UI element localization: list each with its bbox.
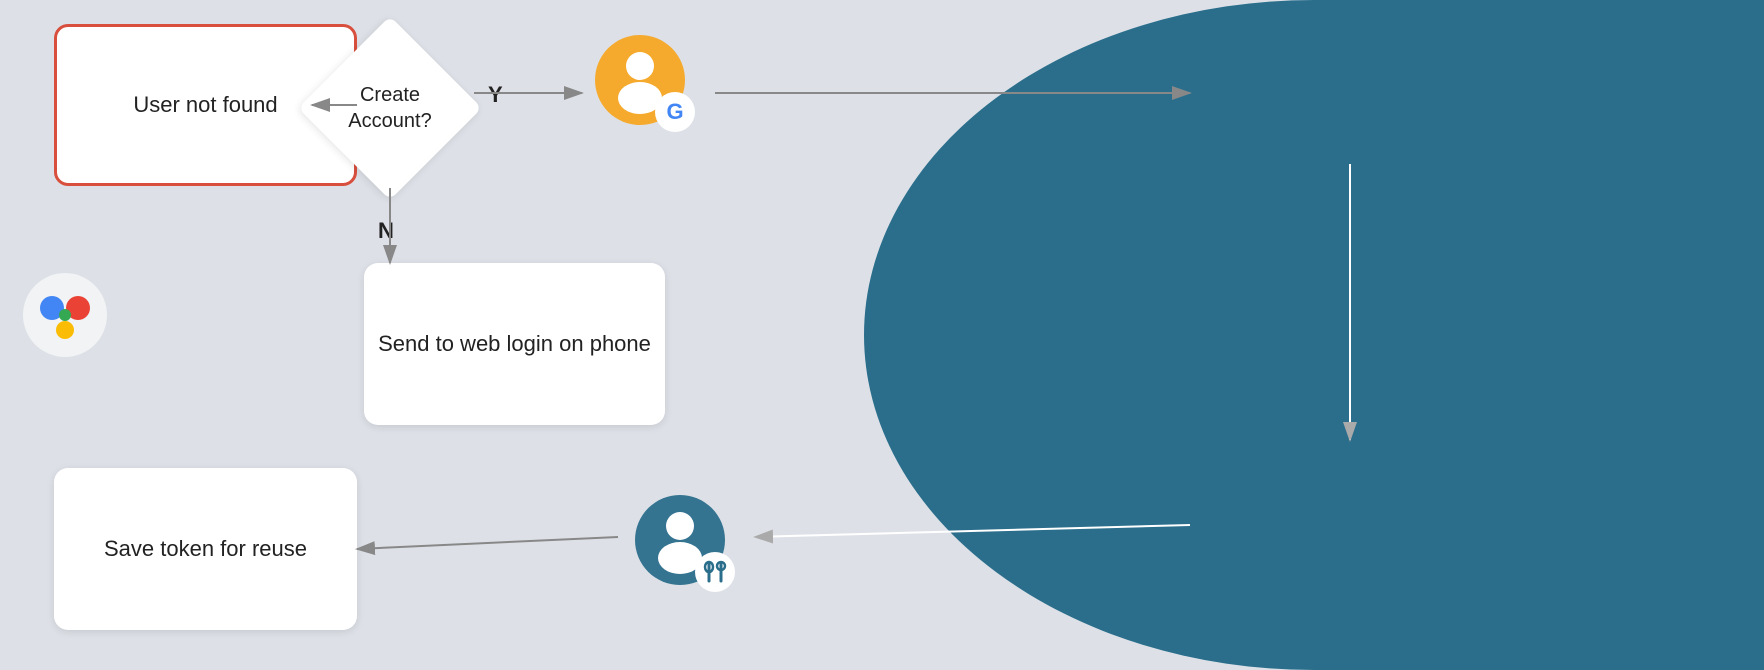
web-login-label: Send to web login on phone xyxy=(378,330,651,359)
user-google-icon-group: G xyxy=(580,30,710,140)
user-foodbot-icon-group xyxy=(620,490,750,600)
no-label: N xyxy=(378,218,394,244)
save-token-box: Save token for reuse xyxy=(54,468,357,630)
svg-text:G: G xyxy=(666,99,683,124)
decision-diamond-container: CreateAccount? xyxy=(310,28,470,188)
user-not-found-label: User not found xyxy=(133,91,277,120)
save-token-label: Save token for reuse xyxy=(104,535,307,564)
background-right xyxy=(864,0,1764,670)
yes-label: Y xyxy=(488,82,503,108)
web-login-box: Send to web login on phone xyxy=(364,263,665,425)
decision-diamond xyxy=(298,16,482,200)
google-assistant-icon xyxy=(20,270,110,360)
